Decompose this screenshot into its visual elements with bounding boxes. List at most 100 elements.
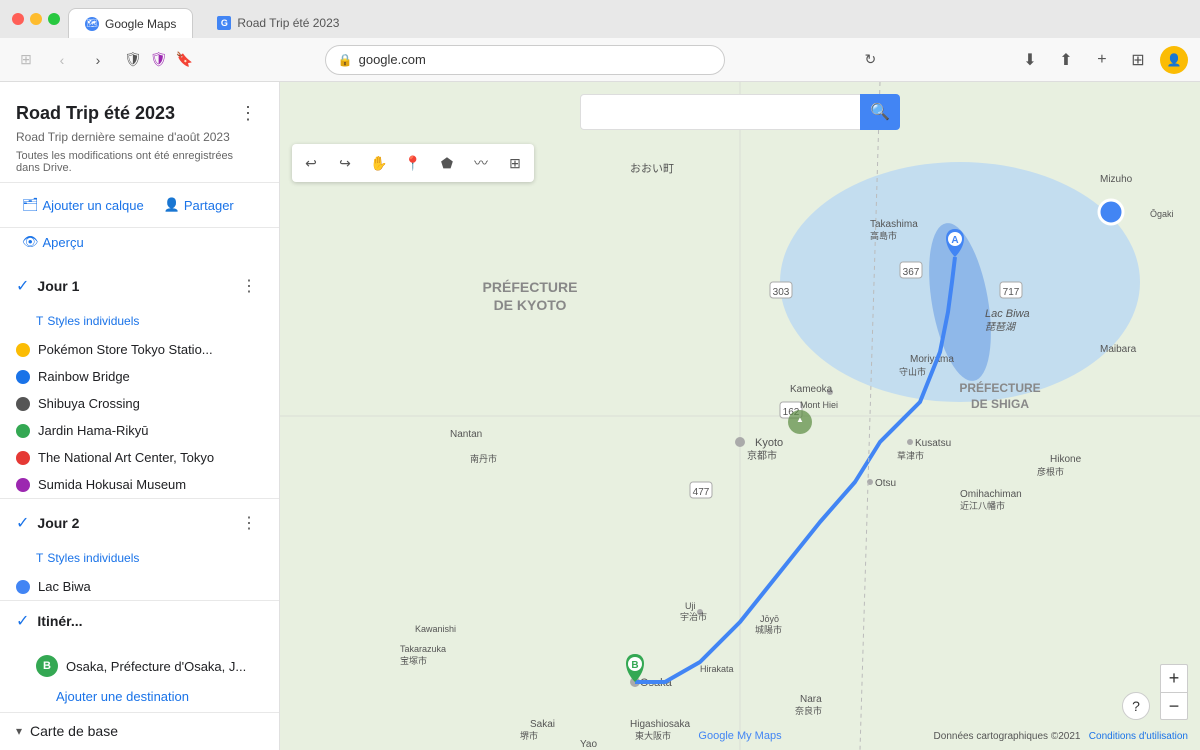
map-search-bar: 🔍: [580, 94, 900, 130]
add-layer-button[interactable]: 🗂 Ajouter un calque: [16, 193, 150, 217]
tab-icon-road-trip: G: [217, 16, 231, 30]
svg-text:Mont Hiei: Mont Hiei: [800, 400, 838, 410]
add-destination-link[interactable]: Ajouter une destination: [0, 681, 279, 712]
sidebar-more-button[interactable]: ⋮: [233, 98, 263, 128]
sidebar-actions: 🗂 Ajouter un calque 👤 Partager: [0, 183, 279, 228]
copyright-text: Données cartographiques ©2021: [934, 731, 1081, 742]
svg-text:近江八幡市: 近江八幡市: [960, 500, 1005, 511]
shape-tool-button[interactable]: ⬟: [432, 148, 462, 178]
back-button[interactable]: ‹: [48, 46, 76, 74]
share-button[interactable]: ⬆: [1052, 46, 1080, 74]
hand-tool-button[interactable]: ✋: [364, 148, 394, 178]
tab-google-maps[interactable]: 🗺 Google Maps: [68, 8, 193, 38]
sidebar: Road Trip été 2023 ⋮ Road Trip dernière …: [0, 82, 280, 750]
svg-text:Kawanishi: Kawanishi: [415, 624, 456, 634]
svg-text:DE SHIGA: DE SHIGA: [971, 397, 1029, 411]
itinerary-checkbox[interactable]: ✓: [16, 611, 29, 631]
destination-dot: B: [36, 655, 58, 677]
place-name-hama: Jardin Hama-Rikyū: [38, 423, 263, 438]
measure-tool-button[interactable]: ⊞: [500, 148, 530, 178]
tab-road-trip[interactable]: G Road Trip été 2023: [201, 8, 355, 38]
preview-button[interactable]: 👁 Aperçu: [16, 230, 90, 254]
tab-label-maps: Google Maps: [105, 17, 176, 31]
svg-text:Omihachiman: Omihachiman: [960, 489, 1022, 500]
svg-text:奈良市: 奈良市: [795, 705, 822, 716]
svg-text:東大阪市: 東大阪市: [635, 730, 671, 741]
itinerary-header[interactable]: ✓ Itinér...: [0, 601, 279, 641]
map-area[interactable]: PRÉFECTURE DE KYOTO PRÉFECTURE DE SHIGA …: [280, 82, 1200, 750]
svg-text:Takashima: Takashima: [870, 219, 918, 230]
svg-text:PRÉFECTURE: PRÉFECTURE: [959, 380, 1040, 395]
place-name-national: The National Art Center, Tokyo: [38, 450, 263, 465]
place-name-shibuya: Shibuya Crossing: [38, 396, 263, 411]
map-search-button[interactable]: 🔍: [860, 94, 900, 130]
map-toolbar: ↩ ↪ ✋ 📍 ⬟ 〰 ⊞: [292, 144, 534, 182]
base-map-title: Carte de base: [30, 723, 118, 739]
place-dot-hama: [16, 424, 30, 438]
svg-text:▲: ▲: [796, 415, 804, 424]
place-lac-biwa[interactable]: Lac Biwa: [0, 573, 279, 600]
redo-button[interactable]: ↪: [330, 148, 360, 178]
sidebar-toggle-button[interactable]: ⊞: [12, 46, 40, 74]
user-avatar[interactable]: 👤: [1160, 46, 1188, 74]
place-name-biwa: Lac Biwa: [38, 579, 263, 594]
day-2-checkbox[interactable]: ✓: [16, 513, 29, 533]
place-hama-rikyu[interactable]: Jardin Hama-Rikyū: [0, 417, 279, 444]
place-dot-sumida: [16, 478, 30, 492]
marker-tool-button[interactable]: 📍: [398, 148, 428, 178]
place-rainbow-bridge[interactable]: Rainbow Bridge: [0, 363, 279, 390]
day-2-styles-link[interactable]: T Styles individuels: [0, 547, 279, 573]
zoom-out-button[interactable]: −: [1160, 692, 1188, 720]
forward-button[interactable]: ›: [84, 46, 112, 74]
day-2-more-button[interactable]: ⋮: [235, 509, 263, 537]
map-copyright-left: Google My Maps: [698, 730, 781, 742]
minimize-button[interactable]: [30, 13, 42, 25]
map-search-input[interactable]: [580, 94, 860, 130]
destination-name: Osaka, Préfecture d'Osaka, J...: [66, 659, 246, 674]
day-1-checkbox[interactable]: ✓: [16, 276, 29, 296]
svg-text:宝塚市: 宝塚市: [400, 655, 427, 666]
svg-text:Kusatsu: Kusatsu: [915, 438, 951, 449]
help-button[interactable]: ?: [1122, 692, 1150, 720]
day-2-section: ✓ Jour 2 ⋮ T Styles individuels Lac Biwa: [0, 499, 279, 601]
place-dot-shibuya: [16, 397, 30, 411]
styles-icon: T: [36, 314, 43, 328]
terms-link[interactable]: Conditions d'utilisation: [1089, 731, 1188, 742]
svg-text:Hirakata: Hirakata: [700, 664, 734, 674]
place-dot-pokemon: [16, 343, 30, 357]
eye-icon: 👁: [22, 234, 39, 250]
zoom-in-button[interactable]: +: [1160, 664, 1188, 692]
itinerary-section: ✓ Itinér... Moyen de transport × 🚶 🚗 🚲 🚶: [0, 601, 279, 713]
refresh-button[interactable]: ↻: [856, 46, 884, 74]
tab-icon-maps: 🗺: [85, 17, 99, 31]
place-sumida[interactable]: Sumida Hokusai Museum: [0, 471, 279, 498]
day-1-header[interactable]: ✓ Jour 1 ⋮: [0, 262, 279, 310]
svg-text:Lac Biwa: Lac Biwa: [985, 308, 1030, 320]
maximize-button[interactable]: [48, 13, 60, 25]
svg-text:Yao: Yao: [580, 739, 597, 750]
itinerary-dest-row[interactable]: B Osaka, Préfecture d'Osaka, J...: [0, 651, 279, 681]
svg-text:Kameoka: Kameoka: [790, 384, 833, 395]
grid-button[interactable]: ⊞: [1124, 46, 1152, 74]
day-1-more-button[interactable]: ⋮: [235, 272, 263, 300]
undo-button[interactable]: ↩: [296, 148, 326, 178]
close-button[interactable]: [12, 13, 24, 25]
svg-text:Moriyama: Moriyama: [910, 354, 954, 365]
svg-text:南丹市: 南丹市: [470, 453, 497, 464]
svg-text:DE KYOTO: DE KYOTO: [494, 297, 567, 313]
svg-text:Nara: Nara: [800, 694, 822, 705]
address-bar[interactable]: 🔒 google.com: [325, 45, 725, 75]
share-button-sidebar[interactable]: 👤 Partager: [158, 193, 240, 217]
place-shibuya[interactable]: Shibuya Crossing: [0, 390, 279, 417]
place-dot-rainbow: [16, 370, 30, 384]
download-button[interactable]: ⬇: [1016, 46, 1044, 74]
day-1-styles-link[interactable]: T Styles individuels: [0, 310, 279, 336]
sidebar-subtitle: Road Trip dernière semaine d'août 2023: [16, 130, 263, 144]
new-tab-button[interactable]: +: [1088, 46, 1116, 74]
base-map-section[interactable]: ▾ Carte de base: [0, 713, 279, 749]
route-tool-button[interactable]: 〰: [466, 148, 496, 178]
day-2-header[interactable]: ✓ Jour 2 ⋮: [0, 499, 279, 547]
place-pokemon-store[interactable]: Pokémon Store Tokyo Statio...: [0, 336, 279, 363]
svg-text:Jōyō: Jōyō: [760, 614, 779, 624]
place-national-art[interactable]: The National Art Center, Tokyo: [0, 444, 279, 471]
